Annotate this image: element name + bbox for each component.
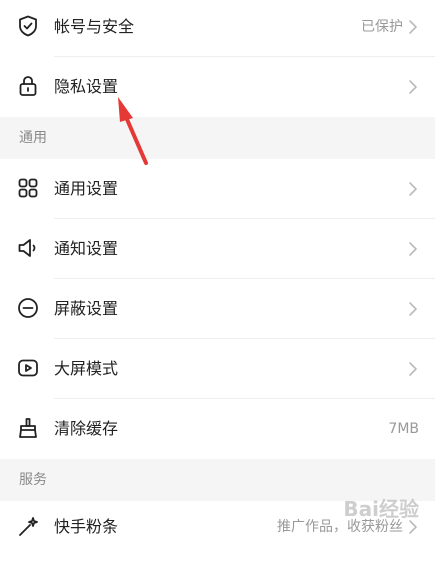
speaker-icon bbox=[14, 234, 42, 262]
chevron-right-icon bbox=[407, 181, 419, 197]
settings-row-label: 清除缓存 bbox=[54, 419, 119, 438]
settings-row-label: 通用设置 bbox=[54, 179, 119, 198]
settings-row-clear-cache[interactable]: 清除缓存 7MB bbox=[0, 399, 435, 459]
chevron-right-icon bbox=[407, 361, 419, 377]
minus-circle-icon bbox=[14, 294, 42, 322]
section-title: 通用 bbox=[19, 130, 47, 146]
settings-row-value: 已保护 bbox=[361, 19, 403, 35]
settings-row-block[interactable]: 屏蔽设置 bbox=[0, 279, 435, 339]
chevron-right-icon bbox=[407, 79, 419, 95]
settings-row-privacy[interactable]: 隐私设置 bbox=[0, 57, 435, 117]
chevron-right-icon bbox=[407, 241, 419, 257]
settings-row-label: 通知设置 bbox=[54, 239, 119, 258]
watermark: Bai经验 bbox=[343, 497, 419, 521]
sparkle-icon bbox=[14, 513, 42, 541]
section-title: 服务 bbox=[19, 472, 47, 488]
settings-row-notifications[interactable]: 通知设置 bbox=[0, 219, 435, 279]
settings-row-label: 大屏模式 bbox=[54, 359, 119, 378]
settings-row-label: 快手粉条 bbox=[54, 517, 119, 536]
play-icon bbox=[14, 354, 42, 382]
settings-row-label: 隐私设置 bbox=[54, 77, 119, 96]
settings-row-label: 帐号与安全 bbox=[54, 17, 135, 36]
broom-icon bbox=[14, 414, 42, 442]
settings-row-label: 屏蔽设置 bbox=[54, 299, 119, 318]
settings-row-account-security[interactable]: 帐号与安全 已保护 bbox=[0, 0, 435, 57]
section-header-general: 通用 bbox=[0, 117, 435, 159]
grid-icon bbox=[14, 174, 42, 202]
settings-row-general[interactable]: 通用设置 bbox=[0, 159, 435, 219]
chevron-right-icon bbox=[407, 19, 419, 35]
lock-icon bbox=[14, 72, 42, 100]
cache-size-value: 7MB bbox=[388, 421, 419, 437]
shield-check-icon bbox=[14, 12, 42, 40]
chevron-right-icon bbox=[407, 301, 419, 317]
settings-row-big-screen[interactable]: 大屏模式 bbox=[0, 339, 435, 399]
